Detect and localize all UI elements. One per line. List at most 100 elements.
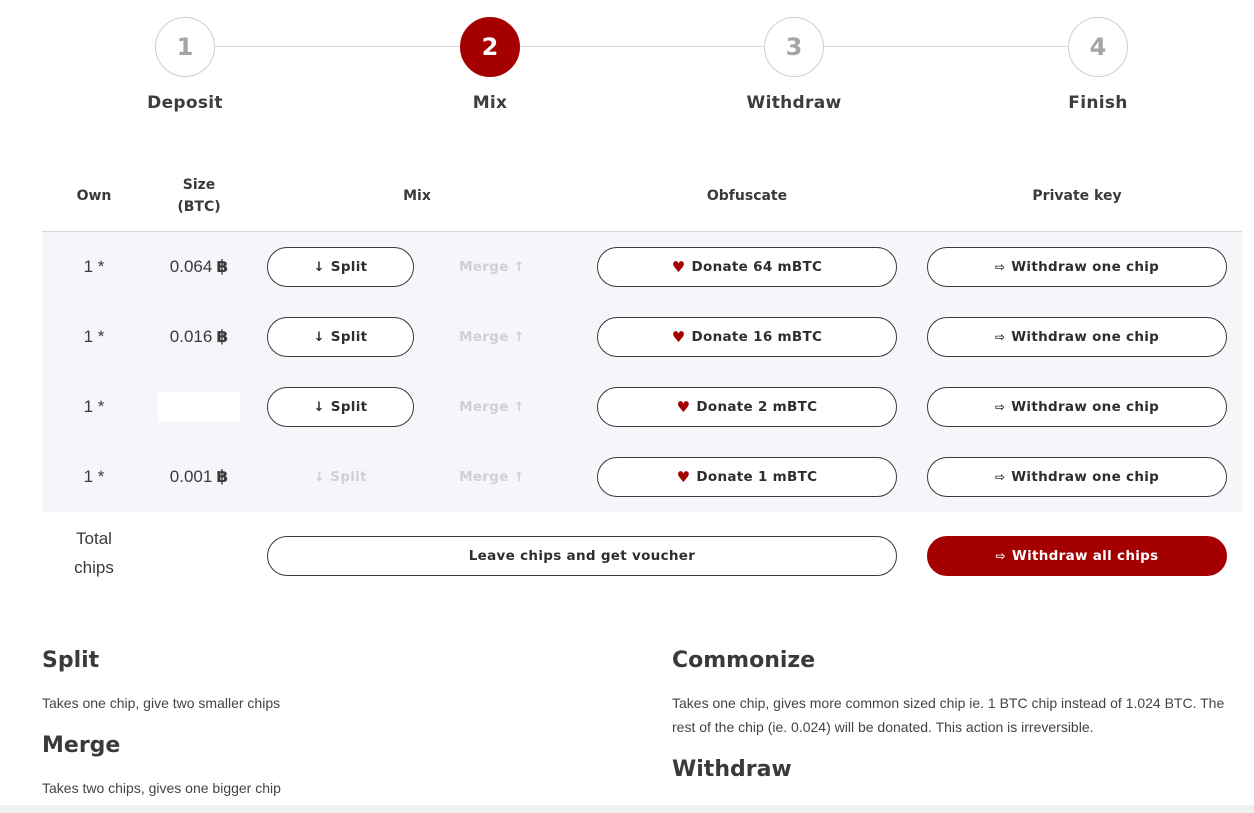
chip-size-value: 0.001 [169,467,213,486]
help-right-column: Commonize Takes one chip, gives more com… [672,648,1232,800]
header-size-unit: (BTC) [177,199,221,215]
table-row: 1 * 0.001 ฿ ↓ Split Merge ↑ ♥ Donate 1 mBT… [42,442,1242,512]
arrow-down-icon: ↓ [313,329,325,345]
withdraw-label: Withdraw one chip [1011,469,1160,485]
sign-out-icon: ⇨ [994,400,1006,414]
donate-cell: ♥ Donate 2 mBTC [597,372,897,442]
total-label-line1: Total [76,529,112,548]
chip-size: 0.001 ฿ [170,467,228,487]
split-label: Split [330,399,368,415]
step-deposit: 1 Deposit [85,17,285,113]
split-cell: ↓ Split [267,232,414,302]
donate-label: Donate 2 mBTC [696,399,818,415]
merge-help-text: Takes two chips, gives one bigger chip [42,780,281,796]
split-label: Split [330,469,367,485]
split-label: Split [330,329,368,345]
donate-cell: ♥ Donate 64 mBTC [597,232,897,302]
arrow-down-icon: ↓ [313,259,325,275]
step-label: Mix [472,93,508,113]
arrow-down-icon: ↓ [313,399,325,415]
merge-cell: Merge ↑ [432,442,552,512]
own-count: 1 * [83,257,105,276]
split-label: Split [330,259,368,275]
merge-cell: Merge ↑ [432,232,552,302]
chip-size-value: 0.064 [169,257,213,276]
table-header: Own Size (BTC) Mix Obfuscate Private key [42,160,1242,232]
merge-cell: Merge ↑ [432,372,552,442]
commonize-help-text: Takes one chip, gives more common sized … [672,695,1225,735]
step-number: 2 [460,17,520,77]
split-cell: ↓ Split [267,442,414,512]
size-cell: 0.016 ฿ [146,302,252,372]
header-obfuscate: Obfuscate [706,188,788,204]
withdraw-label: Withdraw one chip [1011,329,1160,345]
sign-out-icon: ⇨ [994,260,1006,274]
split-button[interactable]: ↓ Split [267,247,414,287]
heart-icon: ♥ [671,328,686,346]
bitcoin-icon: ฿ [216,467,229,486]
donate-label: Donate 16 mBTC [691,329,823,345]
header-own: Own [76,188,112,204]
withdraw-cell: ⇨ Withdraw one chip [927,442,1227,512]
merge-label: Merge [459,469,509,485]
table-body: 1 * 0.064 ฿ ↓ Split Merge ↑ ♥ Donate 64 mBT… [42,232,1242,512]
bitcoin-icon: ฿ [216,257,229,276]
withdraw-one-chip-button[interactable]: ⇨ Withdraw one chip [927,317,1227,357]
split-button[interactable]: ↓ Split [267,387,414,427]
chip-size-value: 0.016 [169,327,213,346]
donate-button[interactable]: ♥ Donate 1 mBTC [597,457,897,497]
sign-out-icon: ⇨ [994,470,1006,484]
split-button[interactable]: ↓ Split [267,317,414,357]
chip-size-placeholder [158,392,240,422]
step-number: 1 [155,17,215,77]
sign-out-icon: ⇨ [994,330,1006,344]
header-private-key: Private key [1032,188,1122,204]
donate-button[interactable]: ♥ Donate 16 mBTC [597,317,897,357]
withdraw-one-chip-button[interactable]: ⇨ Withdraw one chip [927,387,1227,427]
merge-button-disabled: Merge ↑ [459,329,525,345]
step-label: Withdraw [746,93,842,113]
size-cell [146,372,252,442]
donate-button[interactable]: ♥ Donate 2 mBTC [597,387,897,427]
withdraw-help-title: Withdraw [672,757,792,782]
arrow-up-icon: ↑ [513,400,525,415]
merge-label: Merge [459,259,509,275]
own-count: 1 * [83,467,105,486]
table-row: 1 * ↓ Split Merge ↑ ♥ Donate 2 mBTC ⇨ Withd… [42,372,1242,442]
arrow-up-icon: ↑ [513,470,525,485]
own-count: 1 * [83,397,105,416]
chips-table: Own Size (BTC) Mix Obfuscate Private key… [42,160,1242,577]
size-cell: 0.001 ฿ [146,442,252,512]
size-cell: 0.064 ฿ [146,232,252,302]
withdraw-all-label: Withdraw all chips [1011,548,1159,564]
withdraw-all-button[interactable]: ⇨ Withdraw all chips [927,536,1227,576]
donate-button[interactable]: ♥ Donate 64 mBTC [597,247,897,287]
header-size-label: Size [182,177,216,193]
donate-label: Donate 1 mBTC [696,469,818,485]
total-chips-label: Total chips [42,524,146,582]
withdraw-cell: ⇨ Withdraw one chip [927,232,1227,302]
step-finish: 4 Finish [998,17,1198,113]
split-cell: ↓ Split [267,372,414,442]
withdraw-one-chip-button[interactable]: ⇨ Withdraw one chip [927,247,1227,287]
step-mix: 2 Mix [390,17,590,113]
withdraw-cell: ⇨ Withdraw one chip [927,372,1227,442]
merge-help-title: Merge [42,733,121,758]
split-help-title: Split [42,648,100,673]
donate-cell: ♥ Donate 1 mBTC [597,442,897,512]
withdraw-one-chip-button[interactable]: ⇨ Withdraw one chip [927,457,1227,497]
heart-icon: ♥ [676,468,691,486]
arrow-up-icon: ↑ [513,260,525,275]
get-voucher-button[interactable]: Leave chips and get voucher [267,536,897,576]
step-label: Finish [1068,93,1128,113]
page-bottom-bar [0,805,1254,813]
donate-cell: ♥ Donate 16 mBTC [597,302,897,372]
step-withdraw: 3 Withdraw [694,17,894,113]
header-size: Size (BTC) [146,160,252,232]
sign-out-icon: ⇨ [995,549,1006,563]
total-label-line2: chips [74,558,114,577]
withdraw-cell: ⇨ Withdraw one chip [927,302,1227,372]
withdraw-label: Withdraw one chip [1011,259,1160,275]
merge-label: Merge [459,399,509,415]
step-number: 3 [764,17,824,77]
